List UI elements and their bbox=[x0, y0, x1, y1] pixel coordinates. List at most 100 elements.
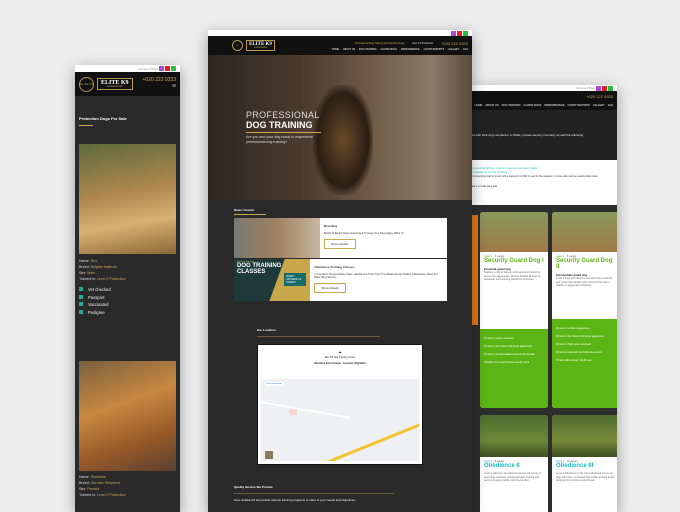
nav-home[interactable]: HOME bbox=[475, 104, 483, 107]
training-card[interactable]: Level 2 · 6 weeks Security Guard Dog II … bbox=[552, 212, 617, 408]
phone-number[interactable]: +020 222 9333 bbox=[142, 77, 176, 83]
checkbox-icon bbox=[79, 287, 83, 291]
intro-line: Accompanying Cart for trucks with a capp… bbox=[470, 175, 598, 178]
divider bbox=[234, 214, 266, 215]
nav-menu: HOME ABOUT US DOG TRAINING GUARD DOGS PERFOR… bbox=[332, 48, 468, 51]
news-item[interactable]: Reinforce the Stars DOG TRAINING CLASSES… bbox=[234, 259, 447, 301]
dog-image bbox=[552, 415, 617, 457]
news-poster: Reinforce the Stars DOG TRAINING CLASSES… bbox=[234, 259, 311, 301]
nav-performance[interactable]: PERFORMANCE bbox=[544, 104, 564, 107]
nav-guard-dogs[interactable]: GUARD DOGS bbox=[381, 48, 397, 51]
nav-court-reports[interactable]: COURT REPORTS bbox=[424, 48, 445, 51]
hero-title-line2: DOG TRAINING bbox=[246, 120, 313, 130]
checklist: Vet checked Passport Vaccinated Pedigree bbox=[79, 286, 176, 316]
tablet-screen: Nirvana Pillars +020 222 9333 HOME ABOUT … bbox=[468, 85, 617, 512]
news-title: News / Events bbox=[234, 208, 255, 212]
news-item[interactable]: Boarding Board To Board Dogs Guaranteed … bbox=[234, 218, 447, 258]
location-title: Our Location bbox=[257, 328, 276, 332]
hamburger-icon[interactable]: ≡ bbox=[142, 83, 176, 91]
hero: ous with their dog companion to Wilde, p… bbox=[468, 110, 617, 160]
news-image bbox=[234, 218, 320, 258]
nav-about[interactable]: ABOUT US bbox=[485, 104, 498, 107]
address: Elite K9 Worldwide bbox=[412, 41, 434, 45]
view-larger-map-link[interactable]: View larger map bbox=[265, 382, 283, 386]
dog-image bbox=[480, 212, 548, 252]
youtube-icon[interactable] bbox=[457, 30, 462, 36]
logo[interactable]: ELITE K9 WORLDWIDE bbox=[97, 77, 133, 91]
hero-title-line1: PROFESSIONAL bbox=[246, 110, 320, 120]
nav-about[interactable]: ABOUT US bbox=[343, 48, 355, 51]
checkbox-icon bbox=[79, 309, 83, 314]
services-title: Quality Service We Provide bbox=[234, 485, 273, 489]
nav-court-reports[interactable]: COURT REPORTS bbox=[568, 104, 590, 107]
card-title: Obedience III bbox=[556, 463, 594, 469]
logo[interactable]: ELITE K9 WORLDWIDE bbox=[246, 40, 275, 51]
whatsapp-icon[interactable] bbox=[463, 30, 468, 36]
header: K9 ELITE K9 WORLDWIDE Professional Dog Tr… bbox=[208, 36, 472, 55]
browser-title: Nirvana Pillars bbox=[575, 86, 595, 90]
mobile-screen: Nirvana Pillars ELITE K9 ELITE K9 WORLDWI… bbox=[75, 65, 180, 512]
checkbox-icon bbox=[79, 302, 83, 306]
nav-home[interactable]: HOME bbox=[332, 48, 339, 51]
section-title: Protection Dogs For Sale bbox=[79, 116, 127, 121]
dog-details: Name: Shemshir Breed: German Shepherd Se… bbox=[79, 475, 126, 497]
check-item: Pedigree bbox=[79, 309, 176, 317]
whatsapp-icon[interactable] bbox=[171, 66, 176, 71]
divider bbox=[234, 493, 394, 494]
nav-menu: HOME ABOUT US DOG TRAINING GUARD DOGS PERFOR… bbox=[475, 104, 613, 107]
show-details-button[interactable]: Show Details bbox=[324, 239, 356, 249]
checkbox-icon bbox=[79, 294, 83, 299]
dog-photo bbox=[79, 144, 176, 254]
browser-bar: Nirvana Pillars bbox=[75, 65, 180, 72]
youtube-icon[interactable] bbox=[602, 85, 607, 91]
hero-text: Are you and your dog ready to experience… bbox=[246, 135, 313, 144]
check-item: Vaccinated bbox=[79, 301, 176, 309]
divider bbox=[246, 132, 321, 133]
nav-performance[interactable]: PERFORMANCE bbox=[401, 48, 420, 51]
logo-emblem[interactable]: ELITE K9 bbox=[79, 76, 94, 92]
check-item: Passport bbox=[79, 294, 176, 302]
dog-image bbox=[480, 415, 548, 457]
nav-guard-dogs[interactable]: GUARD DOGS bbox=[524, 104, 542, 107]
map-area bbox=[289, 409, 297, 415]
logo-emblem[interactable]: K9 bbox=[232, 40, 243, 51]
instagram-icon[interactable] bbox=[159, 66, 164, 71]
whatsapp-icon[interactable] bbox=[608, 85, 613, 91]
intro-section: Dog guard family/home, network of kennel… bbox=[468, 160, 617, 205]
show-details-button[interactable]: Show Details bbox=[314, 283, 346, 293]
map[interactable]: View larger map bbox=[261, 379, 419, 461]
features-list: Protect on verbal engagement Protect on t… bbox=[552, 319, 617, 408]
dog-image bbox=[552, 212, 617, 252]
features-list: Protect on voice command Protect on the t… bbox=[480, 329, 548, 408]
training-card[interactable]: Level 2 · 8 weeks Obedience II Level 2 t… bbox=[480, 415, 548, 512]
phone-number[interactable]: +020 222 9333 bbox=[586, 94, 613, 99]
instagram-icon[interactable] bbox=[596, 85, 601, 91]
header: ELITE K9 ELITE K9 WORLDWIDE +020 222 9333… bbox=[75, 72, 180, 96]
dog-photo bbox=[79, 361, 176, 471]
map-embed[interactable]: ⌖ Elite K9 Dog Training Centre Woodend F… bbox=[257, 344, 423, 465]
hero-content: PROFESSIONAL DOG TRAINING Are you and yo… bbox=[246, 110, 321, 145]
services-text: Here at Elite K9 we provide various trai… bbox=[234, 498, 356, 502]
nav-gallery[interactable]: GALLERY bbox=[448, 48, 459, 51]
card-edge bbox=[472, 215, 478, 325]
nav-dog-training[interactable]: DOG TRAINING bbox=[502, 104, 521, 107]
browser-title: Nirvana Pillars bbox=[138, 66, 158, 71]
nav-dog-training[interactable]: DOG TRAINING bbox=[359, 48, 377, 51]
phone-number[interactable]: +020 222 9333 bbox=[441, 41, 468, 46]
hero: PROFESSIONAL DOG TRAINING Are you and yo… bbox=[208, 55, 472, 200]
card-title: Security Guard Dog I bbox=[484, 258, 544, 264]
nav-faq[interactable]: FAQ bbox=[608, 104, 613, 107]
card-title: Obedience II bbox=[484, 463, 520, 469]
dog-image bbox=[313, 85, 373, 195]
divider bbox=[79, 125, 93, 126]
card-title: Security Guard Dog II bbox=[556, 258, 613, 270]
youtube-icon[interactable] bbox=[165, 66, 170, 71]
nav-gallery[interactable]: GALLERY bbox=[593, 104, 605, 107]
check-item: Vet checked bbox=[79, 286, 176, 294]
instagram-icon[interactable] bbox=[451, 30, 456, 36]
training-card[interactable]: Level 3 · 10 weeks Obedience III Level 3… bbox=[552, 415, 617, 512]
nav-faq[interactable]: FAQ bbox=[463, 48, 468, 51]
training-card[interactable]: Level 1 · 4 weeks Security Guard Dog I E… bbox=[480, 212, 548, 408]
dog-details: Name: Rex Breed: Belgian Malinois Sex: M… bbox=[75, 254, 180, 320]
map-road bbox=[315, 412, 419, 461]
